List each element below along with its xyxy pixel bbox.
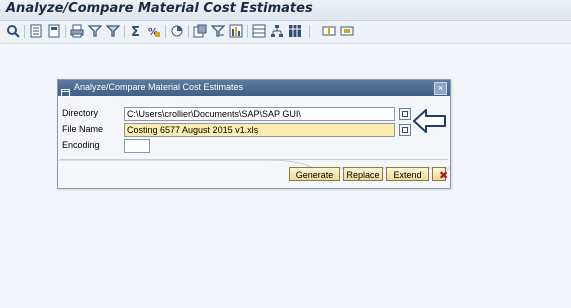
- replace-button[interactable]: Replace: [343, 167, 383, 181]
- toolbar-separator: [309, 25, 310, 38]
- file-name-input[interactable]: Costing 6577 August 2015 v1.xls: [124, 123, 395, 137]
- filter-icon[interactable]: [88, 24, 102, 38]
- split-icon[interactable]: [322, 24, 336, 38]
- detail-icon[interactable]: [29, 24, 43, 38]
- file-name-label: File Name: [62, 124, 104, 134]
- sum-icon[interactable]: Σ: [129, 24, 143, 38]
- directory-input[interactable]: C:\Users\crollier\Documents\SAP\SAP GUI\: [124, 107, 395, 121]
- encoding-row: Encoding: [62, 139, 446, 153]
- extend-button[interactable]: Extend: [386, 167, 429, 181]
- print-icon[interactable]: [70, 24, 84, 38]
- toolbar-separator: [124, 25, 125, 38]
- toolbar-separator: [247, 25, 248, 38]
- hierarchy-icon[interactable]: [270, 24, 284, 38]
- column-icon[interactable]: [229, 24, 243, 38]
- generate-button[interactable]: Generate: [289, 167, 340, 181]
- directory-value-help-icon[interactable]: [399, 108, 411, 120]
- merge-icon[interactable]: [340, 24, 354, 38]
- grid-icon[interactable]: [288, 24, 302, 38]
- toolbar-separator: [24, 25, 25, 38]
- file-name-value-help-icon[interactable]: [399, 124, 411, 136]
- encoding-label: Encoding: [62, 140, 100, 150]
- file-name-row: File Name Costing 6577 August 2015 v1.xl…: [62, 123, 446, 137]
- toolbar-separator: [65, 25, 66, 38]
- layout-icon[interactable]: [252, 24, 266, 38]
- directory-row: Directory C:\Users\crollier\Documents\SA…: [62, 107, 446, 121]
- callout-arrow-icon: [413, 109, 446, 133]
- display-icon[interactable]: [6, 24, 20, 38]
- graphics-icon[interactable]: [170, 24, 184, 38]
- abc-analysis-icon[interactable]: [211, 24, 225, 38]
- subtotal-icon[interactable]: %: [147, 24, 161, 38]
- svg-text:Σ: Σ: [131, 25, 140, 38]
- select-icon[interactable]: [47, 24, 61, 38]
- file-export-dialog: Analyze/Compare Material Cost Estimates …: [57, 79, 451, 189]
- cancel-button[interactable]: ✖: [432, 167, 448, 182]
- application-toolbar: Σ %: [0, 21, 571, 44]
- dialog-title-bar[interactable]: Analyze/Compare Material Cost Estimates …: [58, 80, 450, 97]
- set-filter-icon[interactable]: [106, 24, 120, 38]
- page-title: Analyze/Compare Material Cost Estimates: [6, 1, 313, 16]
- directory-label: Directory: [62, 108, 99, 118]
- dialog-window-icon: [61, 83, 71, 102]
- close-icon[interactable]: ×: [434, 82, 447, 95]
- toolbar-separator: [188, 25, 189, 38]
- dialog-title: Analyze/Compare Material Cost Estimates: [74, 82, 244, 92]
- export-icon[interactable]: [193, 24, 207, 38]
- encoding-input[interactable]: [124, 139, 150, 153]
- toolbar-separator: [165, 25, 166, 38]
- window-title-bar: Analyze/Compare Material Cost Estimates: [0, 0, 571, 21]
